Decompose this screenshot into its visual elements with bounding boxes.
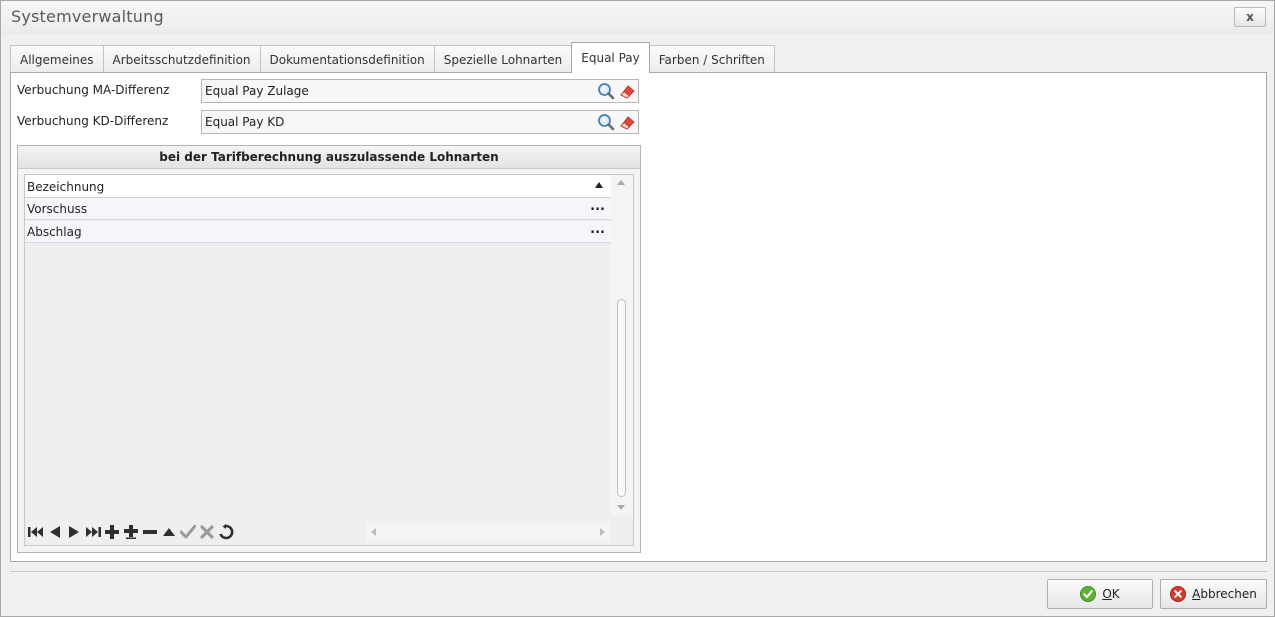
nav-delete-button[interactable] — [141, 523, 159, 541]
kd-difference-row: Verbuchung KD-Differenz Equal Pay KD — [11, 110, 651, 134]
equal-pay-page: Verbuchung MA-Differenz Equal Pay Zulage — [10, 72, 1267, 562]
ma-search-button[interactable] — [596, 82, 615, 100]
tab-arbeitsschutzdefinition[interactable]: Arbeitsschutzdefinition — [102, 45, 261, 73]
tab-farben-schriften[interactable]: Farben / Schriften — [648, 45, 775, 73]
tab-equal-pay[interactable]: Equal Pay — [571, 42, 650, 73]
vertical-scrollbar[interactable] — [611, 175, 633, 515]
window-title: Systemverwaltung — [11, 7, 164, 26]
ok-label: OK — [1102, 587, 1120, 601]
eraser-icon — [619, 116, 635, 130]
table-row[interactable]: Vorschuss ... — [25, 198, 611, 220]
excluded-wage-types-group: bei der Tarifberechnung auszulassende Lo… — [17, 145, 641, 553]
data-navigator — [25, 521, 235, 543]
scroll-right-icon[interactable] — [600, 528, 605, 536]
nav-post-button — [179, 523, 197, 541]
ma-difference-field[interactable]: Equal Pay Zulage — [201, 79, 639, 103]
post-icon — [180, 525, 196, 539]
nav-refresh-button[interactable] — [217, 523, 235, 541]
nav-prev-button[interactable] — [46, 523, 64, 541]
cancel-edit-icon — [200, 525, 214, 539]
wage-types-grid: Bezeichnung Vorschuss ... Abschlag ... — [24, 174, 634, 546]
row-more-button[interactable]: ... — [590, 199, 605, 214]
ma-clear-button[interactable] — [617, 82, 636, 100]
insert-icon — [124, 525, 138, 539]
kd-clear-button[interactable] — [617, 113, 636, 131]
delete-icon — [143, 530, 157, 534]
nav-insert-button[interactable] — [122, 523, 140, 541]
ma-difference-value: Equal Pay Zulage — [205, 84, 309, 98]
window: Systemverwaltung x Allgemeines Arbeitssc… — [0, 0, 1275, 617]
row-more-button[interactable]: ... — [590, 222, 605, 237]
prev-icon — [50, 526, 60, 538]
kd-search-button[interactable] — [596, 113, 615, 131]
nav-next-button[interactable] — [65, 523, 83, 541]
column-title: Bezeichnung — [27, 180, 105, 194]
scroll-up-icon[interactable] — [617, 180, 625, 185]
cancel-circle-icon — [1170, 586, 1187, 602]
ma-difference-row: Verbuchung MA-Differenz Equal Pay Zulage — [11, 79, 651, 103]
first-icon — [28, 527, 43, 537]
horizontal-scrollbar[interactable] — [365, 521, 611, 543]
nav-cancel-edit-button — [198, 523, 216, 541]
next-icon — [69, 526, 79, 538]
footer-divider — [10, 571, 1267, 572]
kd-difference-label: Verbuchung KD-Differenz — [17, 114, 169, 128]
tab-strip: Allgemeines Arbeitsschutzdefinition Doku… — [10, 42, 775, 73]
scroll-thumb[interactable] — [617, 299, 626, 497]
cancel-label: Abbrechen — [1192, 587, 1257, 601]
search-icon — [597, 83, 614, 100]
group-title: bei der Tarifberechnung auszulassende Lo… — [18, 146, 640, 169]
tab-dokumentationsdefinition[interactable]: Dokumentationsdefinition — [259, 45, 435, 73]
kd-difference-field[interactable]: Equal Pay KD — [201, 110, 639, 134]
tab-allgemeines[interactable]: Allgemeines — [10, 45, 104, 73]
scroll-left-icon[interactable] — [371, 528, 376, 536]
ok-button[interactable]: OK — [1047, 579, 1153, 609]
search-icon — [597, 114, 614, 131]
eraser-icon — [619, 85, 635, 99]
close-icon: x — [1246, 10, 1254, 24]
kd-difference-value: Equal Pay KD — [205, 115, 285, 129]
title-bar: Systemverwaltung x — [1, 1, 1274, 34]
cancel-button[interactable]: Abbrechen — [1160, 579, 1267, 609]
ma-difference-label: Verbuchung MA-Differenz — [17, 83, 170, 97]
row-name: Vorschuss — [27, 202, 88, 216]
nav-edit-button[interactable] — [160, 523, 178, 541]
nav-append-button[interactable] — [103, 523, 121, 541]
column-header-bezeichnung[interactable]: Bezeichnung — [25, 175, 611, 198]
row-name: Abschlag — [27, 225, 82, 239]
tab-spezielle-lohnarten[interactable]: Spezielle Lohnarten — [433, 45, 573, 73]
sort-ascending-icon — [595, 182, 603, 188]
nav-first-button[interactable] — [27, 523, 45, 541]
refresh-icon — [219, 524, 234, 540]
nav-last-button[interactable] — [84, 523, 102, 541]
scroll-down-icon[interactable] — [617, 505, 625, 510]
last-icon — [86, 527, 101, 537]
append-icon — [105, 525, 119, 539]
check-circle-icon — [1080, 586, 1097, 602]
table-row[interactable]: Abschlag ... — [25, 221, 611, 243]
edit-icon — [163, 528, 175, 536]
close-button[interactable]: x — [1234, 7, 1266, 27]
